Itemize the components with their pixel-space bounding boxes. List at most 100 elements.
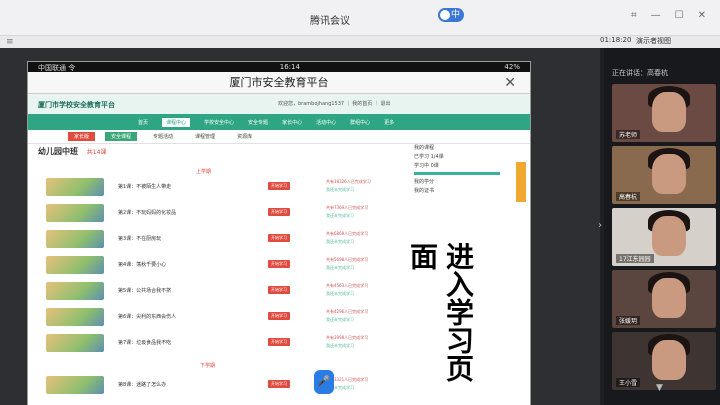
lesson-stat: 共有5698人已完成学习 (326, 257, 369, 262)
lesson-stat: 共有6869人已完成学习 (326, 231, 369, 236)
side-line-2: 已学习 1/4课 (414, 154, 444, 160)
lesson-row[interactable]: 第7课：垃圾食品我不吃 开始学习 共有3998人已完成学习 我还未完成学习 (46, 332, 386, 354)
subnav-courses[interactable]: 安全课程 (105, 132, 138, 141)
lesson-name: 第1课：不被陌生人带走 (118, 184, 172, 190)
nav-item-parents[interactable]: 家长中心 (282, 119, 302, 126)
view-mode-button[interactable]: 演示者视图 (636, 36, 671, 46)
participant-tile[interactable]: 17江东园园 (612, 208, 716, 266)
app-title: 厦门市安全教育平台 (229, 76, 329, 89)
start-lesson-button[interactable]: 开始学习 (268, 260, 290, 268)
lesson-stat: 共有4296人已完成学习 (326, 309, 369, 314)
lesson-row[interactable]: 第3课：不在厨房玩 开始学习 共有6869人已完成学习 我还未完成学习 (46, 228, 386, 250)
term-label-bottom: 下学期 (200, 363, 216, 369)
lesson-thumbnail (46, 334, 104, 352)
annotation-text: 进入学习页面 (406, 242, 475, 382)
course-count: 共14课 (86, 149, 107, 156)
lesson-row[interactable]: 第2课：不玩妈妈的化妆品 开始学习 共有7369人已完成学习 我还未完成学习 (46, 202, 386, 224)
nav-item-topics[interactable]: 安全专题 (248, 119, 268, 126)
avatar-face (652, 154, 686, 194)
avatar-face (652, 278, 686, 318)
avatar-face (652, 92, 686, 132)
site-logo-title: 厦门市学校安全教育平台 (38, 101, 115, 109)
toggle-knob-icon (440, 10, 450, 20)
lesson-thumbnail (46, 376, 104, 394)
lesson-name: 第5课：公共场合我不挤 (118, 288, 172, 294)
nav-item-home[interactable]: 首页 (138, 119, 148, 126)
progress-bar (414, 172, 500, 175)
lesson-status: 我还未完成学习 (326, 343, 354, 348)
term-label-top: 上学期 (196, 169, 212, 175)
start-lesson-button[interactable]: 开始学习 (268, 208, 290, 216)
start-lesson-button[interactable]: 开始学习 (268, 182, 290, 190)
close-window-icon[interactable]: ✕ (698, 10, 706, 21)
nav-item-school-safety[interactable]: 学校安全中心 (204, 119, 234, 126)
scroll-down-icon[interactable]: ▼ (656, 383, 663, 393)
lesson-thumbnail (46, 282, 104, 300)
lesson-name: 第6课：尖利的东西会伤人 (118, 314, 177, 320)
side-line-5: 我的证书 (414, 188, 435, 194)
side-line-4: 我的学分 (414, 179, 435, 185)
collapse-panel-icon[interactable]: › (598, 220, 602, 231)
lesson-thumbnail (46, 256, 104, 274)
start-lesson-button[interactable]: 开始学习 (268, 380, 290, 388)
lesson-row[interactable]: 第8课：迷路了怎么办 开始学习 共有3321人已完成学习 我还未完成学习 (46, 374, 386, 396)
participant-tile[interactable]: 苏老师 (612, 84, 716, 142)
lesson-status: 我还未完成学习 (326, 291, 354, 296)
meeting-timer: 01:18:20 (600, 36, 632, 44)
participant-tile[interactable]: 张媛玥 (612, 270, 716, 328)
title-bar: 腾讯会议 中 ⌗ — ☐ ✕ (0, 0, 720, 36)
nav-item-more[interactable]: 更多 (384, 119, 394, 126)
app-bar: 厦门市安全教育平台 ✕ (28, 72, 530, 94)
participant-tile[interactable]: 高春杭 (612, 146, 716, 204)
start-lesson-button[interactable]: 开始学习 (268, 312, 290, 320)
lesson-name: 第8课：迷路了怎么办 (118, 382, 167, 388)
start-lesson-button[interactable]: 开始学习 (268, 234, 290, 242)
lesson-row[interactable]: 第5课：公共场合我不挤 开始学习 共有4563人已完成学习 我还未完成学习 (46, 280, 386, 302)
subnav-resources[interactable]: 资源库 (231, 132, 258, 141)
site-header: 厦门市学校安全教育平台 欢迎您，brambojhang1537 ｜ 我的首页 ｜… (28, 94, 530, 114)
pin-icon[interactable]: ⌗ (631, 10, 637, 21)
floating-side-tab[interactable] (516, 162, 526, 202)
menu-icon[interactable]: ≡ (6, 37, 14, 47)
nav-item-activities[interactable]: 活动中心 (316, 119, 336, 126)
lesson-thumbnail (46, 230, 104, 248)
minimize-icon[interactable]: — (651, 10, 661, 21)
user-info[interactable]: 欢迎您，brambojhang1537 ｜ 我的首页 ｜ 退出 (278, 100, 390, 107)
subnav-manage[interactable]: 课程管理 (189, 132, 221, 141)
participant-name: 17江东园园 (616, 254, 654, 263)
lesson-status: 我还未完成学习 (326, 187, 354, 192)
lesson-thumbnail (46, 178, 104, 196)
lesson-name: 第3课：不在厨房玩 (118, 236, 162, 242)
course-heading: 幼儿园中班 共14课 (38, 146, 106, 157)
lesson-row[interactable]: 第1课：不被陌生人带走 开始学习 共有18326人已完成学习 我还未完成学习 (46, 176, 386, 198)
lesson-thumbnail (46, 308, 104, 326)
microphone-icon[interactable]: 🎤 (314, 370, 334, 394)
course-title: 幼儿园中班 (38, 147, 78, 156)
lesson-status: 我还未完成学习 (326, 213, 354, 218)
language-toggle[interactable]: 中 (438, 8, 464, 22)
start-lesson-button[interactable]: 开始学习 (268, 338, 290, 346)
speaking-indicator: 正在讲话：高春杭 (612, 69, 668, 77)
window-title: 腾讯会议 (310, 16, 350, 27)
participant-tile[interactable]: 王小雪 (612, 332, 716, 390)
language-label: 中 (450, 10, 460, 20)
side-line-1: 我的课程 (414, 145, 435, 151)
phone-screen: 中国联通 令 16:14 42% 厦门市安全教育平台 ✕ 厦门市学校安全教育平台… (28, 62, 530, 405)
lesson-name: 第4课：荡秋千要小心 (118, 262, 167, 268)
lesson-row[interactable]: 第4课：荡秋千要小心 开始学习 共有5698人已完成学习 我还未完成学习 (46, 254, 386, 276)
lesson-status: 我还未完成学习 (326, 317, 354, 322)
lesson-row[interactable]: 第6课：尖利的东西会伤人 开始学习 共有4296人已完成学习 我还未完成学习 (46, 306, 386, 328)
lesson-name: 第7课：垃圾食品我不吃 (118, 340, 172, 346)
lesson-status: 我还未完成学习 (326, 265, 354, 270)
close-icon[interactable]: ✕ (504, 72, 516, 94)
participant-name: 苏老师 (616, 130, 641, 139)
subnav-activities[interactable]: 专题活动 (147, 132, 179, 141)
maximize-icon[interactable]: ☐ (675, 10, 684, 21)
nav-item-groups[interactable]: 群组中心 (350, 119, 370, 126)
participant-name: 张媛玥 (616, 316, 641, 325)
subnav-parent[interactable]: 家长版 (68, 132, 96, 141)
avatar-face (652, 216, 686, 256)
lesson-stat: 共有4563人已完成学习 (326, 283, 369, 288)
nav-item-courses[interactable]: 课程中心 (162, 117, 191, 127)
start-lesson-button[interactable]: 开始学习 (268, 286, 290, 294)
